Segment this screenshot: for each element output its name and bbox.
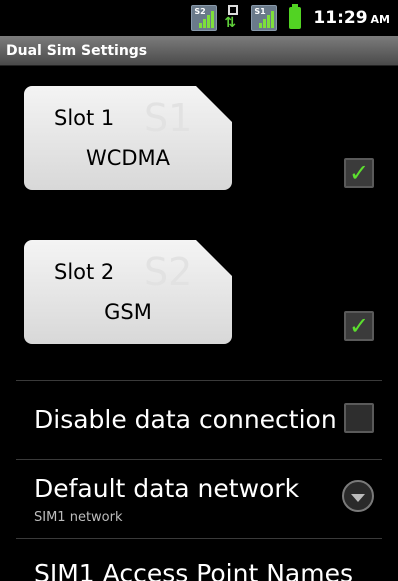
sim1-watermark: S1 (144, 96, 193, 140)
sim1-signal-icon: S1 (251, 5, 278, 31)
default-data-network-row[interactable]: Default data network SIM1 network (0, 460, 398, 538)
check-icon: ✓ (348, 159, 370, 187)
clock-time: 11:29 (313, 8, 368, 28)
sim1-apn-title: SIM1 Access Point Names (34, 559, 353, 581)
slot-1-network-type: WCDMA (85, 146, 171, 170)
slot-2-checkbox[interactable]: ✓ (344, 311, 374, 341)
disable-data-row[interactable]: Disable data connection (0, 381, 398, 459)
clock: 11:29 AM (313, 8, 390, 28)
sim1-apn-row[interactable]: SIM1 Access Point Names (0, 539, 398, 581)
sim-slot-2-card[interactable]: S2 Slot 2 GSM (24, 240, 232, 344)
disable-data-title: Disable data connection (34, 405, 337, 434)
clock-ampm: AM (370, 13, 390, 26)
slot-2-network-type: GSM (104, 300, 152, 324)
check-icon: ✓ (348, 312, 370, 340)
disable-data-checkbox[interactable] (344, 403, 374, 433)
title-bar: Dual Sim Settings (0, 36, 398, 66)
sim2-signal-icon: S2 (191, 5, 218, 31)
slot-1-label: Slot 1 (54, 106, 115, 130)
default-data-network-summary: SIM1 network (34, 510, 123, 525)
sim2-watermark: S2 (144, 250, 193, 294)
slot-2-label: Slot 2 (54, 260, 115, 284)
data-transfer-icon: ⇅ (223, 5, 245, 31)
dropdown-arrow-icon[interactable] (342, 480, 374, 512)
page-title: Dual Sim Settings (6, 42, 148, 59)
slot-1-checkbox[interactable]: ✓ (344, 158, 374, 188)
default-data-network-title: Default data network (34, 474, 300, 503)
battery-icon (289, 4, 302, 29)
status-bar: S2 ⇅ S1 11:29 AM (0, 0, 398, 36)
sim-slot-1-card[interactable]: S1 Slot 1 WCDMA (24, 86, 232, 190)
